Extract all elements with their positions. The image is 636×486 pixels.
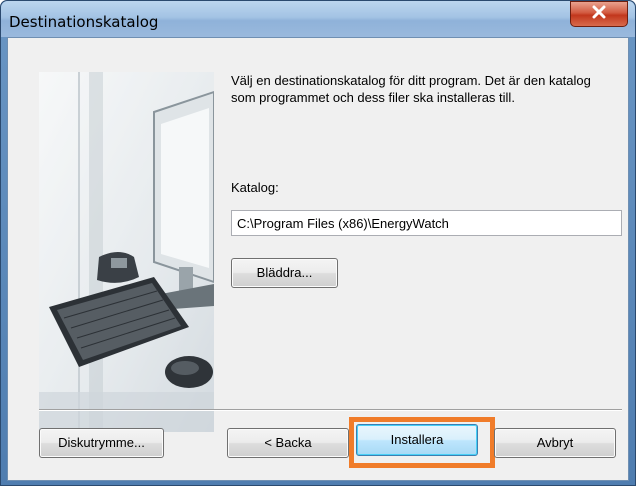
disk-space-button-label: Diskutrymme... [58, 435, 145, 450]
close-button[interactable] [570, 1, 628, 27]
cancel-button[interactable]: Avbryt [494, 428, 616, 458]
browse-button-label: Bläddra... [256, 265, 313, 280]
separator [39, 409, 622, 411]
install-button-label: Installera [390, 432, 444, 447]
directory-label: Katalog: [231, 180, 279, 195]
title-bar[interactable]: Destinationskatalog [1, 1, 635, 37]
install-button[interactable]: Installera [356, 424, 478, 456]
browse-button[interactable]: Bläddra... [231, 258, 338, 288]
close-icon [591, 5, 607, 24]
back-button[interactable]: < Backa [227, 428, 349, 458]
computer-desk-illustration [39, 72, 214, 432]
installer-window: Destinationskatalog Välj en destinations… [0, 0, 636, 486]
description-text: Välj en destinationskatalog för ditt pro… [231, 73, 591, 105]
directory-path-field[interactable] [231, 210, 622, 236]
disk-space-button[interactable]: Diskutrymme... [39, 428, 164, 458]
back-button-label: < Backa [264, 435, 312, 450]
cancel-button-label: Avbryt [536, 435, 574, 450]
dialog-body: Välj en destinationskatalog för ditt pro… [7, 37, 629, 481]
window-title: Destinationskatalog [9, 13, 159, 31]
